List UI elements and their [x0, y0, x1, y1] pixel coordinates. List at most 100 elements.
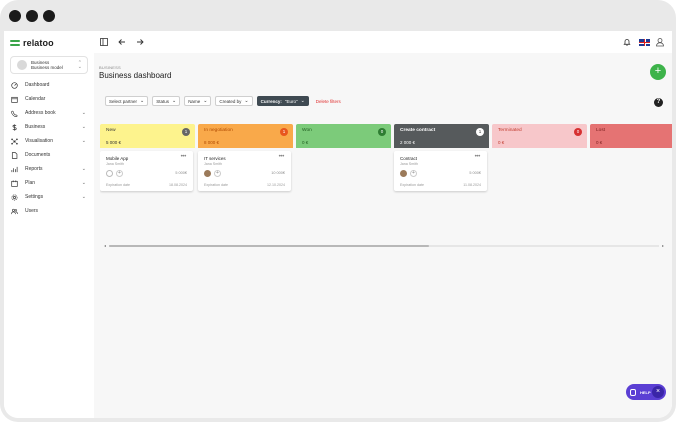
sidebar-item-label: Plan	[25, 180, 36, 186]
forward-arrow-icon[interactable]	[136, 38, 144, 46]
brand-logo[interactable]: relatoo	[10, 38, 54, 48]
deal-card[interactable]: IT services Jana Smith ••• +10 000€ Expirati…	[198, 151, 291, 191]
deal-card[interactable]: Contract Jana Smith ••• +5 000€ Expiration d…	[394, 151, 487, 191]
sidebar: relatoo Business Business model ⌃ ⌄ Dashb…	[4, 31, 94, 418]
more-options-icon[interactable]: •••	[279, 154, 285, 160]
card-value: 10 000€	[271, 171, 285, 175]
horizontal-scrollbar[interactable]: ◂ ▸	[104, 243, 664, 248]
sidebar-item-dashboard[interactable]: Dashboard	[10, 78, 92, 92]
column-amount: 5 000 €	[106, 140, 122, 145]
avatar[interactable]	[204, 170, 211, 177]
logo-mark-icon	[10, 40, 20, 46]
column-title: Terminated	[498, 128, 522, 133]
column-count-badge: 1	[280, 128, 288, 136]
expiry-date: 11.08.2024	[463, 183, 481, 187]
more-options-icon[interactable]: •••	[181, 154, 187, 160]
deal-card[interactable]: Mobile App Jana Smith ••• +5 000€ Expiration…	[100, 151, 193, 191]
filter-currency[interactable]: Currency: "Euro" ⌄	[256, 96, 309, 106]
bell-icon[interactable]	[623, 38, 631, 46]
chevron-down-icon: ⌄	[81, 124, 86, 130]
kanban-column-new: New 5 000 € 1 Mobile App Jana Smith ••• +5 000…	[100, 124, 195, 191]
kanban-column-in-negotiation: In negotiation 8 000 € 1 IT services Jana Sm…	[198, 124, 293, 191]
column-title: Lost	[596, 128, 606, 133]
sidebar-item-business[interactable]: Business ⌄	[10, 120, 92, 134]
window-dot-minimize[interactable]	[26, 10, 38, 22]
column-amount: 0 €	[596, 140, 603, 145]
expiry-label: Expiration date	[204, 183, 228, 187]
address-book-icon	[10, 109, 18, 117]
help-circle-icon[interactable]: ?	[654, 98, 663, 107]
main-content: BUSINESS Business dashboard + Select par…	[94, 31, 672, 418]
sidebar-item-calendar[interactable]: Calendar	[10, 92, 92, 106]
card-value: 5 000€	[175, 171, 187, 175]
filter-label: Name	[188, 98, 201, 104]
calendar-icon	[10, 95, 18, 103]
avatar[interactable]	[106, 170, 113, 177]
expiry-label: Expiration date	[106, 183, 130, 187]
column-header[interactable]: Create contract 2 000 € 1	[394, 124, 489, 148]
sidebar-item-reports[interactable]: Reports ⌄	[10, 162, 92, 176]
delete-filters-link[interactable]: Delete filters	[316, 99, 341, 104]
card-title: Mobile App	[106, 156, 129, 161]
add-person-icon[interactable]: +	[116, 170, 123, 177]
column-title: Won	[302, 128, 312, 133]
column-header[interactable]: New 5 000 € 1	[100, 124, 195, 148]
card-title: Contract	[400, 156, 418, 161]
sidebar-nav: Dashboard Calendar Address book ⌄ Business ⌄ V…	[10, 78, 92, 218]
workspace-selector[interactable]: Business Business model ⌃ ⌄	[10, 56, 88, 74]
currency-value: "Euro"	[284, 98, 298, 104]
card-owner: Jana Smith	[204, 162, 222, 166]
breadcrumb[interactable]: BUSINESS	[99, 65, 121, 70]
sidebar-toggle-icon[interactable]	[100, 38, 108, 46]
window-dot-close[interactable]	[9, 10, 21, 22]
chevron-down-icon: ⌄	[300, 97, 305, 104]
column-title: New	[106, 128, 116, 133]
more-options-icon[interactable]: •••	[475, 154, 481, 160]
sidebar-item-documents[interactable]: Documents	[10, 148, 92, 162]
sidebar-item-users[interactable]: Users	[10, 204, 92, 218]
close-icon[interactable]: ×	[652, 386, 664, 398]
help-widget[interactable]: HELP ×	[626, 384, 666, 400]
sidebar-item-plan[interactable]: Plan ⌄	[10, 176, 92, 190]
plan-icon	[10, 179, 18, 187]
column-header[interactable]: Lost0 €0	[590, 124, 672, 148]
column-count-badge: 0	[378, 128, 386, 136]
column-header[interactable]: Won 0 € 0	[296, 124, 391, 148]
back-arrow-icon[interactable]	[118, 38, 126, 46]
filter-label: Select partner	[109, 98, 138, 104]
filter-select-partner[interactable]: Select partner ⌄	[105, 96, 149, 106]
column-title: In negotiation	[204, 128, 233, 133]
add-person-icon[interactable]: +	[214, 170, 221, 177]
filter-status[interactable]: Status ⌄	[152, 96, 181, 106]
window-dot-maximize[interactable]	[43, 10, 55, 22]
app-window: relatoo Business Business model ⌃ ⌄ Dashb…	[4, 31, 672, 418]
kanban-column-lost: Lost0 €0	[590, 124, 672, 148]
column-header[interactable]: Terminated 0 € 0	[492, 124, 587, 148]
sidebar-item-address-book[interactable]: Address book ⌄	[10, 106, 92, 120]
sidebar-item-label: Calendar	[25, 96, 46, 102]
chat-icon	[630, 388, 636, 396]
add-person-icon[interactable]: +	[410, 170, 417, 177]
reports-icon	[10, 165, 18, 173]
scrollbar-thumb[interactable]	[109, 245, 429, 247]
currency-label: Currency:	[260, 98, 282, 104]
sidebar-item-settings[interactable]: Settings ⌄	[10, 190, 92, 204]
column-header[interactable]: In negotiation 8 000 € 1	[198, 124, 293, 148]
column-title: Create contract	[400, 128, 436, 133]
chevron-down-icon: ⌄	[81, 166, 86, 172]
uk-flag-icon[interactable]	[639, 39, 650, 46]
column-amount: 2 000 €	[400, 140, 416, 145]
user-avatar-icon[interactable]	[655, 37, 665, 47]
filter-created-by[interactable]: Created by ⌄	[215, 96, 253, 106]
scroll-left-icon[interactable]: ◂	[104, 243, 106, 248]
sidebar-item-label: Address book	[25, 110, 56, 116]
add-button[interactable]: +	[650, 64, 666, 80]
avatar[interactable]	[400, 170, 407, 177]
workspace-line2: Business model	[31, 65, 63, 70]
card-owner: Jana Smith	[400, 162, 418, 166]
sidebar-item-visualisation[interactable]: Visualisation ⌄	[10, 134, 92, 148]
scroll-right-icon[interactable]: ▸	[662, 243, 664, 248]
filter-name[interactable]: Name ⌄	[184, 96, 212, 106]
column-count-badge: 0	[574, 128, 582, 136]
chevron-down-icon: ⌄	[140, 97, 145, 104]
